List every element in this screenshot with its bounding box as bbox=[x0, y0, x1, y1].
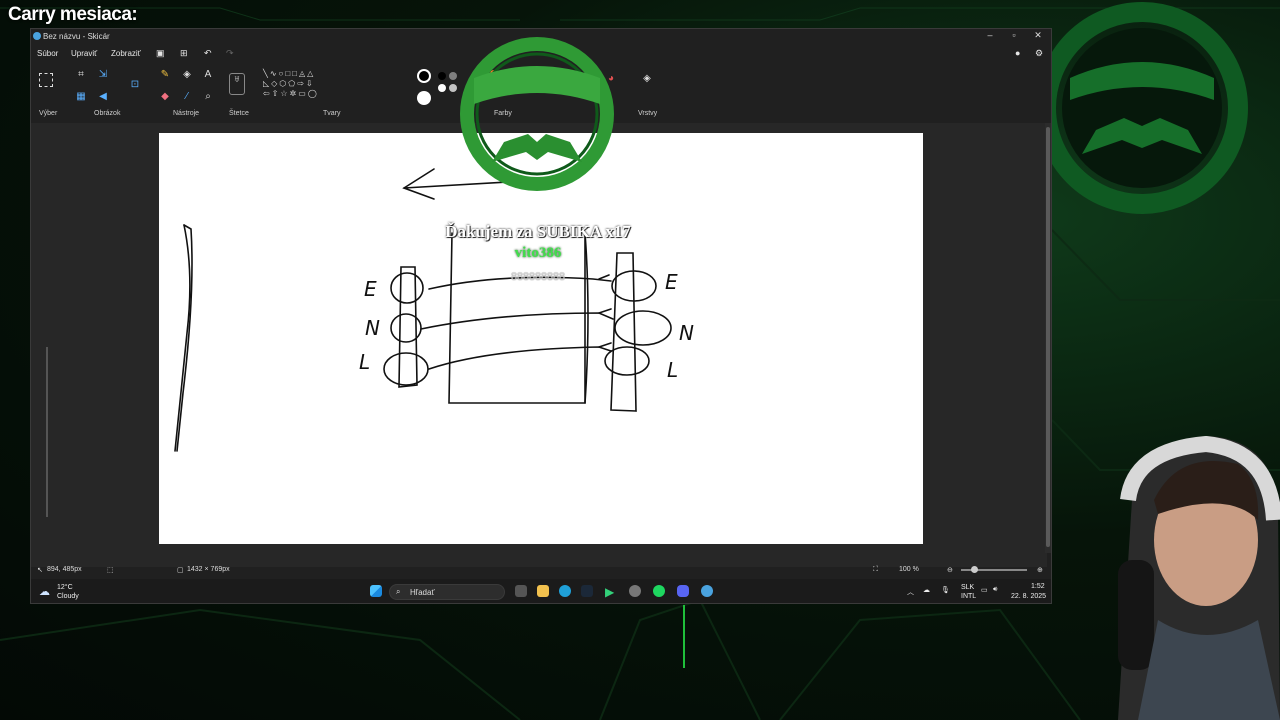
group-label-brushes: Štetce bbox=[229, 110, 249, 117]
edge-browser-icon[interactable] bbox=[559, 585, 571, 597]
paint-taskbar-icon[interactable] bbox=[701, 585, 713, 597]
start-menu-icon[interactable] bbox=[370, 585, 382, 597]
text-tool-icon[interactable]: A bbox=[202, 69, 214, 81]
zoom-out-icon[interactable]: ⊖ bbox=[947, 566, 953, 574]
onedrive-icon[interactable]: ☁ bbox=[923, 586, 930, 594]
color-black[interactable] bbox=[438, 72, 446, 80]
play-app-icon[interactable]: ▶ bbox=[605, 585, 617, 599]
alert-subtext: 888888888 bbox=[511, 269, 565, 283]
right-label-n: N bbox=[679, 321, 694, 345]
right-label-e: E bbox=[665, 270, 678, 294]
right-label-l: L bbox=[667, 358, 678, 382]
image-select-icon[interactable]: ⊡ bbox=[129, 79, 141, 91]
flip-icon[interactable]: ◀ bbox=[97, 91, 109, 103]
group-label-shapes: Tvary bbox=[323, 110, 341, 117]
menu-file[interactable]: Súbor bbox=[37, 49, 58, 58]
spotify-icon[interactable] bbox=[653, 585, 665, 597]
weather-desc[interactable]: Cloudy bbox=[57, 593, 79, 600]
chevron-up-icon[interactable]: ︿ bbox=[907, 587, 914, 597]
language-variant[interactable]: INTL bbox=[961, 593, 976, 600]
windows-taskbar: ☁ 12°C Cloudy ⌕ Hľadať ▶ ︿ ☁ 🎙︎ SLK INTL… bbox=[31, 579, 1051, 603]
secondary-color-swatch[interactable] bbox=[417, 91, 431, 105]
minimize-button[interactable]: – bbox=[981, 30, 999, 40]
primary-color-swatch[interactable] bbox=[417, 69, 431, 83]
group-label-layers: Vrstvy bbox=[638, 110, 658, 117]
file-explorer-icon[interactable] bbox=[537, 585, 549, 597]
search-icon: ⌕ bbox=[396, 587, 401, 596]
cursor-position: 894, 485px bbox=[47, 566, 82, 573]
close-button[interactable]: ✕ bbox=[1029, 30, 1047, 41]
cloud-icon: ☁ bbox=[39, 586, 50, 598]
status-bar: ↖ 894, 485px ⬚ ▢ 1432 × 769px ⛶ 100 % ⊖ … bbox=[31, 562, 1051, 578]
alert-username: vito386 bbox=[514, 245, 562, 261]
webcam-feed bbox=[1118, 435, 1280, 720]
group-label-selection: Výber bbox=[39, 110, 58, 117]
cursor-icon: ↖ bbox=[37, 567, 43, 574]
overlay-title: Carry mesiaca: bbox=[8, 4, 138, 25]
volume-icon[interactable]: 🔊︎ bbox=[993, 586, 997, 594]
language-code[interactable]: SLK bbox=[961, 584, 974, 591]
vertical-scrollbar[interactable] bbox=[1045, 123, 1051, 553]
alert-logo bbox=[460, 37, 614, 191]
taskbar-search[interactable]: ⌕ Hľadať bbox=[389, 584, 505, 600]
vertical-zoom-slider[interactable] bbox=[45, 347, 49, 517]
weather-temp[interactable]: 12°C bbox=[57, 584, 73, 591]
settings-gear-icon[interactable]: ⚙ bbox=[1035, 48, 1043, 59]
steam-icon[interactable] bbox=[581, 585, 593, 597]
window-title: Bez názvu - Skicár bbox=[43, 32, 110, 41]
zoom-in-icon[interactable]: ⊕ bbox=[1037, 566, 1043, 574]
group-label-image: Obrázok bbox=[94, 110, 121, 117]
discord-icon[interactable] bbox=[677, 585, 689, 597]
magnifier-icon[interactable]: ⌕ bbox=[202, 91, 214, 103]
left-label-l: L bbox=[359, 350, 370, 374]
task-view-icon[interactable] bbox=[515, 585, 527, 597]
layers-icon[interactable]: ◈ bbox=[641, 73, 653, 85]
account-icon[interactable]: ● bbox=[1015, 48, 1020, 58]
share-icon[interactable]: ⊞ bbox=[180, 48, 188, 59]
color-white[interactable] bbox=[438, 84, 446, 92]
channel-logo-bg bbox=[1036, 2, 1248, 214]
group-label-tools: Nástroje bbox=[173, 110, 200, 117]
resize-icon[interactable]: ⇲ bbox=[97, 69, 109, 81]
clock-date[interactable]: 22. 8. 2025 bbox=[1011, 593, 1046, 600]
fill-bucket-icon[interactable]: ◈ bbox=[181, 69, 193, 81]
color-picker-icon[interactable]: ⁄ bbox=[181, 91, 193, 103]
clock-time[interactable]: 1:52 bbox=[1031, 583, 1045, 590]
paint-app-icon bbox=[33, 32, 41, 40]
menu-view[interactable]: Zobraziť bbox=[111, 49, 141, 58]
search-placeholder: Hľadať bbox=[410, 588, 435, 597]
menu-edit[interactable]: Upraviť bbox=[71, 49, 97, 58]
brush-icon[interactable]: ♅ bbox=[229, 73, 245, 95]
left-label-e: E bbox=[364, 277, 377, 301]
save-icon[interactable]: ▣ bbox=[156, 48, 165, 59]
rotate-icon[interactable]: ▦ bbox=[75, 91, 87, 103]
zoom-dropdown[interactable]: 100 % bbox=[895, 566, 923, 573]
shapes-gallery[interactable]: ╲∿○□□◬△ ◺◇⬡⬠⇨⇩ ⇦⇧☆✲▭◯ bbox=[263, 69, 347, 107]
microphone-icon bbox=[1118, 560, 1154, 670]
zoom-slider-thumb[interactable] bbox=[971, 566, 978, 573]
microphone-icon[interactable]: 🎙︎ bbox=[941, 586, 950, 594]
maximize-button[interactable]: ▫ bbox=[1005, 30, 1023, 40]
redo-icon[interactable]: ↷ bbox=[226, 48, 234, 59]
undo-icon[interactable]: ↶ bbox=[204, 48, 212, 59]
left-label-n: N bbox=[365, 316, 380, 340]
pencil-icon[interactable]: ✎ bbox=[159, 69, 171, 81]
alert-message: Ďakujem za SUBIKA x17 bbox=[445, 222, 631, 241]
selection-icon: ⬚ bbox=[107, 567, 114, 574]
network-icon[interactable]: ▭ bbox=[981, 586, 988, 594]
canvas-size: 1432 × 769px bbox=[187, 566, 230, 573]
eraser-icon[interactable]: ◆ bbox=[159, 91, 171, 103]
fit-screen-icon[interactable]: ⛶ bbox=[873, 566, 878, 574]
chrome-icon[interactable] bbox=[629, 585, 641, 597]
canvas-size-icon: ▢ bbox=[177, 567, 184, 574]
select-rectangle-icon[interactable] bbox=[39, 73, 53, 87]
crop-icon[interactable]: ⌗ bbox=[75, 69, 87, 81]
